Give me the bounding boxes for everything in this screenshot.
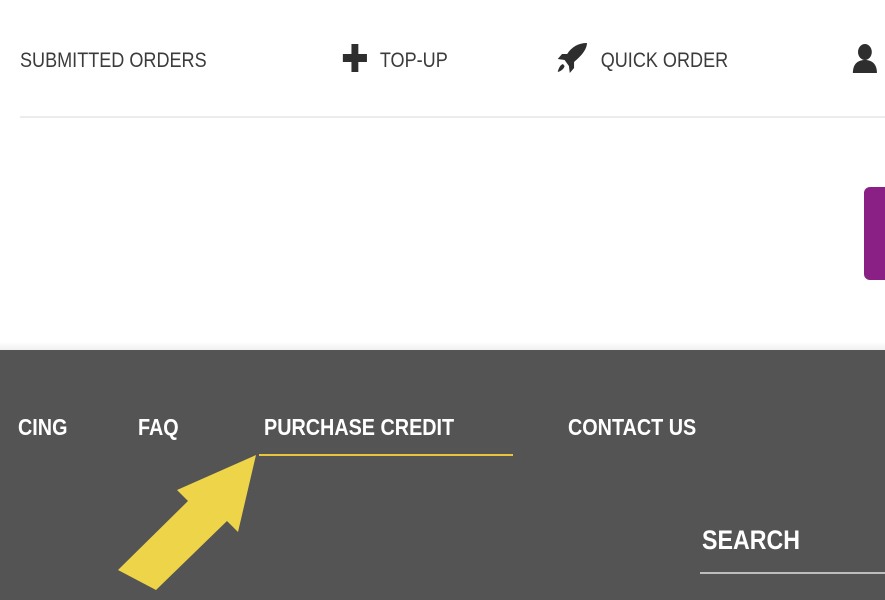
footer-link-pricing[interactable]: CING	[18, 414, 67, 441]
nav-quick-order-label: QUICK ORDER	[600, 49, 729, 72]
footer-link-faq[interactable]: FAQ	[138, 414, 179, 441]
footer-link-purchase-credit[interactable]: PURCHASE CREDIT	[264, 414, 454, 441]
footer-link-contact-us[interactable]: CONTACT US	[568, 414, 696, 441]
nav-quick-order[interactable]: QUICK ORDER	[556, 42, 729, 80]
nav-account[interactable]	[852, 44, 885, 78]
search-input[interactable]	[700, 510, 885, 574]
plus-icon	[342, 43, 368, 79]
page: SUBMITTED ORDERS TOP-UP QUICK ORDER CING…	[0, 0, 885, 600]
user-icon	[852, 43, 878, 79]
nav-divider	[20, 116, 885, 118]
nav-submitted-orders[interactable]: SUBMITTED ORDERS	[20, 44, 207, 78]
rocket-icon	[556, 42, 589, 80]
nav-top-up[interactable]: TOP-UP	[342, 44, 448, 78]
nav-top-up-label: TOP-UP	[379, 49, 448, 72]
top-nav: SUBMITTED ORDERS TOP-UP QUICK ORDER	[0, 0, 885, 116]
nav-submitted-orders-label: SUBMITTED ORDERS	[20, 49, 207, 72]
purchase-credit-underline	[259, 454, 513, 456]
arrow-pointer-icon	[118, 455, 256, 590]
side-tab[interactable]	[864, 187, 885, 280]
footer-shadow	[0, 342, 885, 350]
